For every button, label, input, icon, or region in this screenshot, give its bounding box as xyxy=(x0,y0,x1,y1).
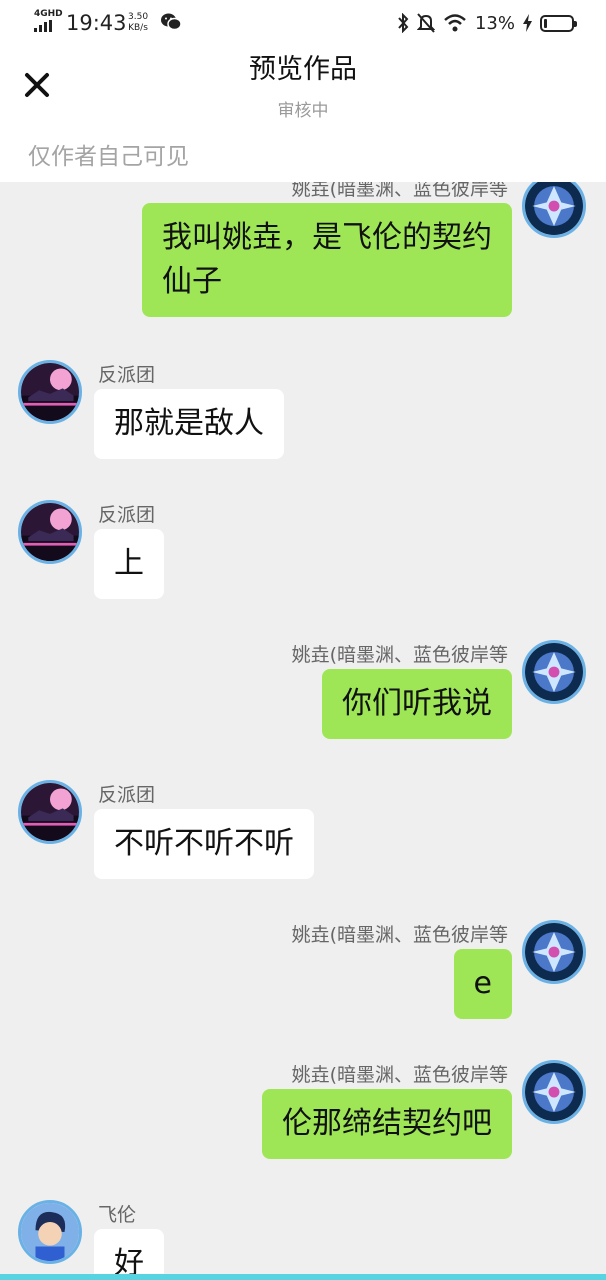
speed-value: 3.50 xyxy=(128,12,149,22)
speed-unit: KB/s xyxy=(128,23,148,33)
chat-bubble[interactable]: 那就是敌人 xyxy=(94,389,284,459)
chat-bubble[interactable]: 好 xyxy=(94,1229,164,1274)
sender-name: 飞伦 xyxy=(98,1204,137,1226)
night-castle-avatar[interactable] xyxy=(18,500,82,564)
bottom-bar xyxy=(0,1274,606,1280)
mute-icon xyxy=(416,13,435,33)
sender-name: 反派团 xyxy=(98,364,156,386)
wechat-icon xyxy=(161,13,182,31)
signal-icon xyxy=(34,20,52,32)
battery-percent: 13% xyxy=(474,12,515,34)
dragon-avatar[interactable] xyxy=(522,920,586,984)
sender-name: 姚垚(暗墨渊、蓝色彼岸等 xyxy=(291,1064,508,1086)
boy-hero-avatar[interactable] xyxy=(18,1200,82,1264)
night-castle-avatar[interactable] xyxy=(18,780,82,844)
chat-bubble[interactable]: 上 xyxy=(94,529,164,599)
bluetooth-icon xyxy=(398,13,409,33)
dragon-avatar[interactable] xyxy=(522,182,586,238)
bubble-line: 仙子 xyxy=(162,264,222,299)
network-type: 4GHD xyxy=(34,9,63,19)
chat-bubble[interactable]: 你们听我说 xyxy=(322,669,512,739)
sender-name: 反派团 xyxy=(98,784,156,806)
charging-icon xyxy=(523,14,532,32)
status-right: 13% xyxy=(397,10,577,36)
sender-name: 姚垚(暗墨渊、蓝色彼岸等 xyxy=(291,182,508,200)
network-speed: 3.50 KB/s xyxy=(128,12,148,34)
night-castle-avatar[interactable] xyxy=(18,360,82,424)
visibility-note: 仅作者自己可见 xyxy=(28,144,189,170)
chat-bubble[interactable]: 我叫姚垚，是飞伦的契约 仙子 xyxy=(142,203,512,317)
page-title: 预览作品 xyxy=(249,54,357,85)
wifi-icon xyxy=(444,14,466,32)
chat-bubble[interactable]: 伦那缔结契约吧 xyxy=(262,1089,512,1159)
review-status: 审核中 xyxy=(277,101,329,121)
status-bar: 4GHD 19:43 3.50 KB/s 13% xyxy=(0,0,606,46)
chat-list[interactable]: 姚垚(暗墨渊、蓝色彼岸等 我叫姚垚，是飞伦的契约 仙子 反派团 那就是敌人 反派… xyxy=(0,182,606,1274)
battery-icon xyxy=(540,14,577,32)
status-time: 19:43 xyxy=(66,11,127,35)
bubble-line: 我叫姚垚，是飞伦的契约 xyxy=(162,220,492,255)
page-header: 预览作品 审核中 仅作者自己可见 xyxy=(0,46,606,182)
sender-name: 反派团 xyxy=(98,504,156,526)
dragon-avatar[interactable] xyxy=(522,1060,586,1124)
sender-name: 姚垚(暗墨渊、蓝色彼岸等 xyxy=(291,924,508,946)
dragon-avatar[interactable] xyxy=(522,640,586,704)
chat-bubble[interactable]: e xyxy=(453,949,512,1019)
chat-bubble[interactable]: 不听不听不听 xyxy=(94,809,314,879)
sender-name: 姚垚(暗墨渊、蓝色彼岸等 xyxy=(291,644,508,666)
